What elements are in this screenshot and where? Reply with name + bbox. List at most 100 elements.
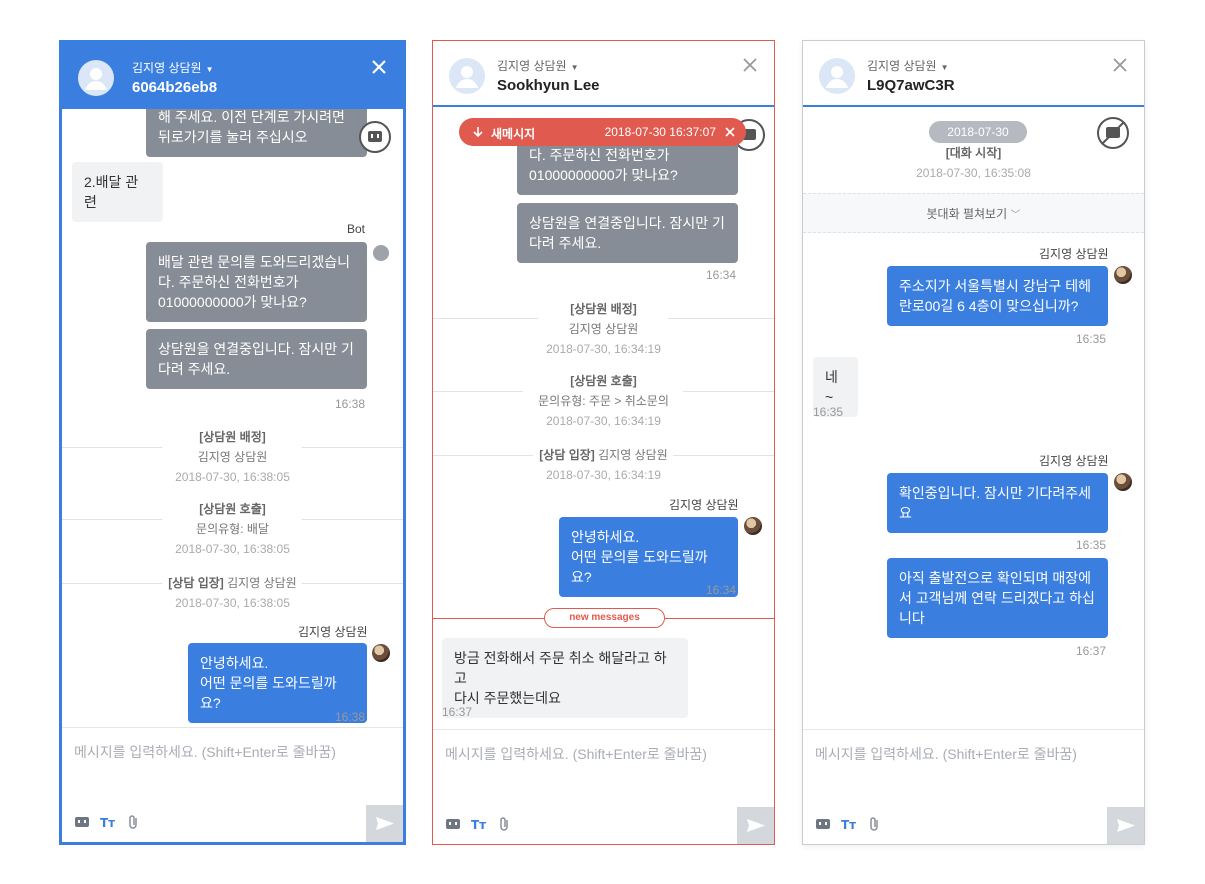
attachment-icon[interactable] — [867, 816, 883, 832]
message-time: 16:35 — [1076, 332, 1107, 346]
chat-header: 김지영 상담원 ▼ Sookhyun Lee — [433, 41, 774, 107]
chevron-down-icon: ﹀ — [1010, 210, 1021, 221]
user-icon — [85, 68, 107, 90]
message-time: 16:34 — [706, 583, 737, 597]
user-icon — [826, 66, 848, 88]
bot-message: 상담원을 연결중입니다. 잠시만 기 다려 주세요. — [517, 203, 738, 263]
message-input[interactable]: 메시지를 입력하세요. (Shift+Enter로 줄바꿈) — [445, 744, 707, 764]
text-format-icon[interactable]: Tт — [100, 814, 116, 830]
toast-label: 새메시지 — [491, 127, 536, 141]
message-time: 16:34 — [706, 268, 737, 282]
agent-label: 김지영 상담원 — [132, 61, 202, 75]
customer-id: L9Q7awC3R — [867, 77, 955, 94]
caret-down-icon: ▼ — [940, 63, 949, 72]
user-message: 방금 전화해서 주문 취소 해달라고 하고 다시 주문했는데요 — [442, 638, 688, 718]
send-icon — [376, 817, 394, 830]
bot-icon[interactable] — [445, 816, 461, 832]
message-time: 16:35 — [813, 405, 844, 419]
system-event-call: [상담원 호출] 문의유형: 배달 2018-07-30, 16:38:05 — [175, 502, 290, 556]
send-button[interactable] — [1107, 807, 1144, 844]
close-icon[interactable] — [369, 57, 389, 77]
system-event-enter: [상담 입장] 김지영 상담원 2018-07-30, 16:38:05 — [168, 576, 297, 610]
close-icon[interactable] — [740, 55, 760, 75]
agent-sender: 김지영 상담원 — [669, 498, 739, 512]
bot-icon[interactable] — [815, 816, 831, 832]
assigned-agent-dropdown[interactable]: 김지영 상담원 ▼ — [867, 57, 949, 74]
message-time: 16:37 — [442, 705, 473, 719]
send-button[interactable] — [737, 807, 774, 844]
message-time: 16:38 — [335, 397, 366, 411]
close-icon[interactable] — [1110, 55, 1130, 75]
message-time: 16:37 — [1076, 644, 1107, 658]
agent-avatar — [1114, 266, 1132, 284]
caret-down-icon: ▼ — [205, 65, 214, 74]
new-message-toast[interactable]: 새메시지 2018-07-30 16:37:07 — [459, 118, 746, 146]
message-time: 16:35 — [1076, 538, 1107, 552]
close-icon[interactable] — [724, 126, 736, 138]
bot-toggle-icon[interactable] — [359, 121, 391, 153]
composer: 메시지를 입력하세요. (Shift+Enter로 줄바꿈) Tт — [433, 729, 774, 844]
expand-label: 봇대화 펼쳐보기 — [926, 207, 1008, 221]
system-event-enter: [상담 입장] 김지영 상담원 2018-07-30, 16:34:19 — [539, 448, 668, 482]
agent-sender: 김지영 상담원 — [1039, 454, 1109, 468]
system-event-assign: [상담원 배정] 김지영 상담원 2018-07-30, 16:34:19 — [546, 302, 661, 356]
composer: 메시지를 입력하세요. (Shift+Enter로 줄바꿈) Tт — [62, 727, 403, 842]
assigned-agent-dropdown[interactable]: 김지영 상담원 ▼ — [132, 59, 214, 76]
customer-name: Sookhyun Lee — [497, 77, 600, 94]
agent-label: 김지영 상담원 — [867, 59, 937, 73]
agent-sender: 김지영 상담원 — [298, 625, 368, 639]
bot-message: 배달 관련 문의를 도와드리겠습니 다. 주문하신 전화번호가 01000000… — [146, 242, 367, 322]
bot-icon[interactable] — [74, 814, 90, 830]
send-icon — [747, 819, 765, 832]
user-icon — [456, 66, 478, 88]
composer: 메시지를 입력하세요. (Shift+Enter로 줄바꿈) Tт — [803, 729, 1144, 844]
agent-avatar — [372, 644, 390, 662]
message-input[interactable]: 메시지를 입력하세요. (Shift+Enter로 줄바꿈) — [815, 744, 1077, 764]
chat-header: 김지영 상담원 ▼ 6064b26eb8 — [62, 43, 403, 109]
agent-message: 주소지가 서울특별시 강남구 테헤 란로00길 6 4층이 맞으십니까? — [887, 266, 1108, 326]
arrow-down-icon — [473, 127, 483, 138]
chat-panel-1: 김지영 상담원 ▼ 6064b26eb8 해 주세요. 이전 단계로 가시려면 뒤… — [59, 40, 406, 845]
chat-panel-2: 김지영 상담원 ▼ Sookhyun Lee 다. 주문하신 전화번호가 0100… — [432, 40, 775, 845]
system-event-assign: [상담원 배정] 김지영 상담원 2018-07-30, 16:38:05 — [175, 430, 290, 484]
agent-avatar — [744, 517, 762, 535]
bot-icon — [373, 245, 389, 261]
user-message: 2.배달 관련 — [72, 162, 163, 222]
message-list[interactable]: 2018-07-30 [대화 시작] 2018-07-30, 16:35:08 … — [803, 107, 1144, 729]
bot-message: 해 주세요. 이전 단계로 가시려면 뒤로가기를 눌러 주십시오 — [146, 109, 367, 157]
chat-header: 김지영 상담원 ▼ L9Q7awC3R — [803, 41, 1144, 107]
agent-avatar — [1114, 473, 1132, 491]
toast-datetime: 2018-07-30 16:37:07 — [604, 125, 716, 139]
svg-text:Tт: Tт — [471, 818, 486, 832]
expand-bot-conversation[interactable]: 봇대화 펼쳐보기 ﹀ — [803, 193, 1144, 233]
customer-avatar — [449, 58, 485, 94]
agent-label: 김지영 상담원 — [497, 59, 567, 73]
message-list[interactable]: 해 주세요. 이전 단계로 가시려면 뒤로가기를 눌러 주십시오 2.배달 관련… — [62, 109, 403, 727]
attachment-icon[interactable] — [126, 814, 142, 830]
agent-message: 아직 출발전으로 확인되며 매장에 서 고객님께 연락 드리겠다고 하십 니다 — [887, 558, 1108, 638]
bot-message: 상담원을 연결중입니다. 잠시만 기 다려 주세요. — [146, 329, 367, 389]
customer-id: 6064b26eb8 — [132, 79, 218, 96]
system-event-start: [대화 시작] 2018-07-30, 16:35:08 — [916, 146, 1031, 180]
customer-avatar — [78, 60, 114, 96]
text-format-icon[interactable]: Tт — [471, 816, 487, 832]
agent-sender: 김지영 상담원 — [1039, 247, 1109, 261]
message-input[interactable]: 메시지를 입력하세요. (Shift+Enter로 줄바꿈) — [74, 742, 336, 762]
svg-text:Tт: Tт — [841, 818, 856, 832]
caret-down-icon: ▼ — [570, 63, 579, 72]
date-pill: 2018-07-30 — [929, 121, 1027, 143]
agent-message: 확인중입니다. 잠시만 기다려주세 요 — [887, 473, 1108, 533]
new-messages-label: new messages — [544, 608, 665, 628]
bot-sender: Bot — [347, 222, 366, 236]
system-event-call: [상담원 호출] 문의유형: 주문 > 취소문의 2018-07-30, 16:… — [538, 374, 669, 428]
attachment-icon[interactable] — [497, 816, 513, 832]
message-list[interactable]: 다. 주문하신 전화번호가 01000000000가 맞나요? 상담원을 연결중… — [433, 107, 774, 729]
assigned-agent-dropdown[interactable]: 김지영 상담원 ▼ — [497, 57, 579, 74]
send-button[interactable] — [366, 805, 403, 842]
text-format-icon[interactable]: Tт — [841, 816, 857, 832]
svg-text:Tт: Tт — [100, 816, 115, 830]
chat-panel-3: 김지영 상담원 ▼ L9Q7awC3R 2018-07-30 [대화 시작] 20… — [802, 40, 1145, 845]
send-icon — [1117, 819, 1135, 832]
customer-avatar — [819, 58, 855, 94]
message-time: 16:38 — [335, 710, 366, 724]
